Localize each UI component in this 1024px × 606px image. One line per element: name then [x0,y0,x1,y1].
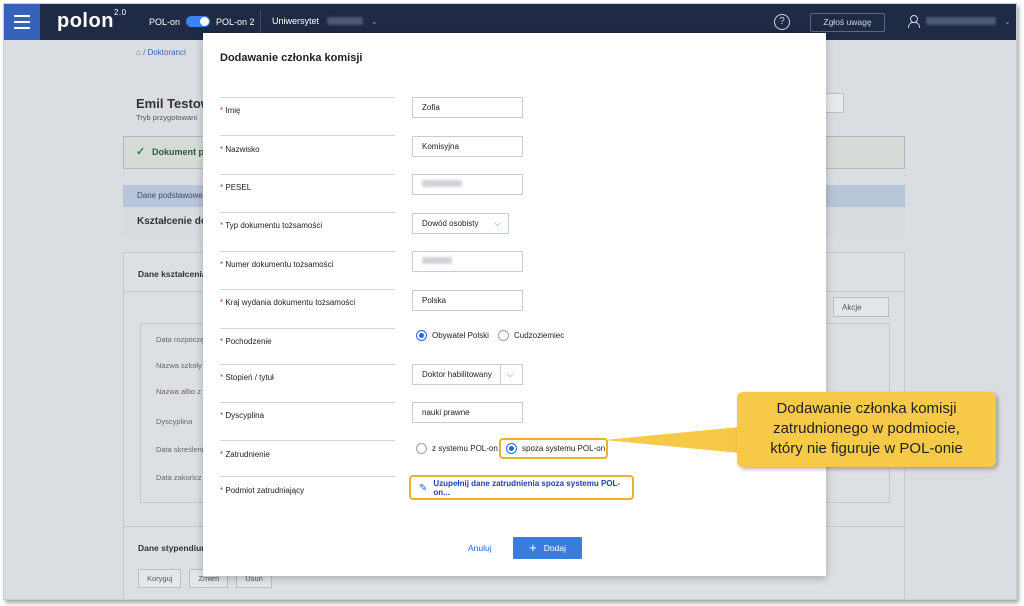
divider [220,328,395,329]
institution-name: Uniwersytet [272,16,320,26]
add-button-label: Dodaj [543,543,566,553]
radio-label: Cudzoziemiec [514,331,565,340]
doc-country-input[interactable]: Polska [412,290,523,311]
divider [220,251,395,252]
doc-type-value: Dowód osobisty [422,219,479,228]
employment-label: * Zatrudnienie [220,450,270,459]
breadcrumb-current[interactable]: Doktoranci [148,48,186,57]
redacted-value [422,257,452,264]
divider [220,212,395,213]
divider [220,289,395,290]
pencil-icon: ✎ [419,482,428,494]
degree-select[interactable]: Doktor habilitowany ⌵ [412,364,523,385]
radio-unselected-icon [498,330,509,341]
pesel-input[interactable] [412,174,523,195]
doc-number-label: * Numer dokumentu tożsamości [220,260,334,269]
discipline-label: * Dyscyplina [220,411,265,420]
table-row: Nazwa szkoły [156,361,202,370]
callout-line: który nie figuruje w POL-onie [770,440,963,457]
degree-label: * Stopień / tytuł [220,373,274,382]
toggle-left-label: POL-on [149,16,181,27]
toggle-switch[interactable] [186,16,211,27]
table-row: Data zakończ [156,473,202,482]
card-title: Dane kształcenia [138,269,207,279]
table-row: Data rozpoczę [156,335,205,344]
radio-unselected-icon [416,443,427,454]
fill-employment-link[interactable]: ✎ Uzupełnij dane zatrudnienia spoza syst… [412,478,631,498]
mode-text: Tryb przygotowani [136,113,197,122]
app-window: polon2.0 POL-on POL-on 2 Uniwersytet ⌄ ?… [3,3,1017,600]
callout-pointer [604,427,739,453]
doc-number-input[interactable] [412,251,523,272]
chevron-down-icon: ⌵ [494,218,501,228]
correct-button[interactable]: Koryguj [138,569,182,588]
first-name-input[interactable]: Zofia [412,97,523,118]
home-icon[interactable]: ⌂ [136,48,141,57]
plus-icon: + [529,540,537,555]
link-label: Uzupełnij dane zatrudnienia spoza system… [433,479,621,497]
add-button[interactable]: + Dodaj [513,537,582,559]
pesel-label: * PESEL [220,183,252,192]
divider [220,174,395,175]
chevron-down-icon: ⌄ [371,16,378,26]
first-name-label: * Imię [220,106,241,115]
table-row: Nazwa albo z [156,387,202,396]
divider [220,440,395,441]
person-name: Emil Testow [136,96,211,111]
origin-label: * Pochodzenie [220,337,272,346]
divider [220,135,395,136]
divider [220,97,395,98]
institution-selector[interactable]: Uniwersytet ⌄ [272,16,378,26]
radio-label: spoza systemu POL-on [522,444,606,453]
table-row: Data skreśleni [156,445,204,454]
dialog-title: Dodawanie członka komisji [220,52,363,64]
user-icon [908,15,920,28]
table-row: Dyscyplina [156,417,193,426]
last-name-label: * Nazwisko [220,145,260,154]
discipline-input[interactable]: nauki prawne [412,402,523,423]
radio-selected-icon [506,443,517,454]
radio-selected-icon [416,330,427,341]
divider [220,402,395,403]
chevron-down-icon: ⌵ [507,369,514,379]
breadcrumb: ⌂ / Doktoranci [136,48,186,57]
radio-label: Obywatel Polski [432,331,489,340]
polon-logo: polon2.0 [57,8,127,32]
annotation-callout: Dodawanie członka komisji zatrudnionego … [737,392,996,467]
doc-country-label: * Kraj wydania dokumentu tożsamości [220,298,356,307]
redacted-text [327,17,364,25]
employer-label: * Podmiot zatrudniający [220,486,305,495]
callout-line: Dodawanie członka komisji [776,400,957,417]
card-title: Dane stypendium [138,543,209,553]
last-name-input[interactable]: Komisyjna [412,136,523,157]
radio-label: z systemu POL-on [432,444,498,453]
doc-type-select[interactable]: Dowód osobisty ⌵ [412,213,509,234]
menu-icon[interactable] [4,4,40,40]
report-issue-button[interactable]: Zgłoś uwagę [810,13,885,32]
dropdown-toggle[interactable]: ⌵ [500,365,522,384]
doc-type-label: * Typ dokumentu tożsamości [220,221,323,230]
add-committee-member-dialog: Dodawanie członka komisji * Imię Zofia *… [203,33,826,576]
callout-line: zatrudnionego w podmiocie, [773,420,960,437]
divider [220,364,395,365]
origin-polish-radio[interactable]: Obywatel Polski [416,330,489,341]
chevron-down-icon: ⌄ [1004,16,1011,26]
user-menu[interactable]: ⌄ [908,15,1011,28]
employment-polon-radio[interactable]: z systemu POL-on [416,443,498,454]
system-toggle[interactable]: POL-on POL-on 2 [149,16,255,27]
cancel-button[interactable]: Anuluj [468,543,492,553]
degree-value: Doktor habilitowany [422,370,492,379]
employment-outside-polon-radio[interactable]: spoza systemu POL-on [506,443,605,454]
actions-dropdown[interactable]: Akcje [833,297,889,317]
redacted-value [422,180,462,187]
divider [220,476,395,477]
divider [260,10,261,34]
origin-foreigner-radio[interactable]: Cudzoziemiec [498,330,564,341]
help-icon[interactable]: ? [774,14,790,30]
redacted-user-name [926,17,996,25]
toggle-right-label: POL-on 2 [216,16,255,27]
